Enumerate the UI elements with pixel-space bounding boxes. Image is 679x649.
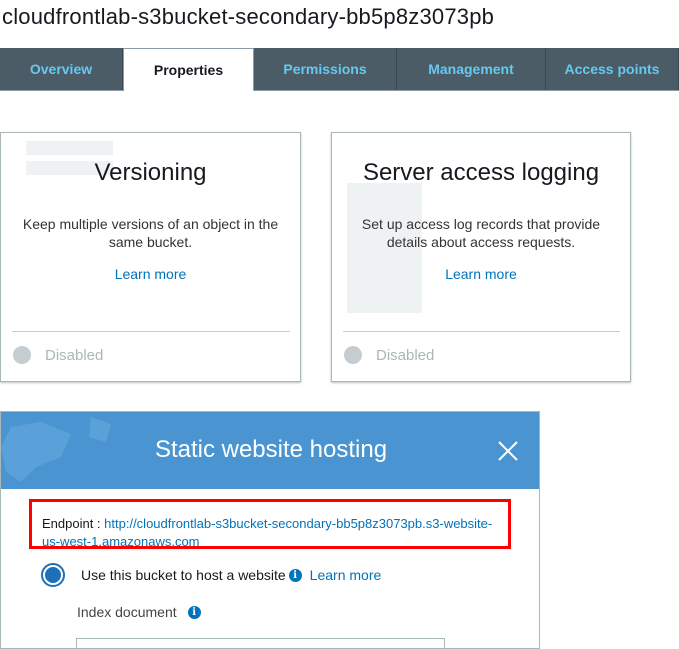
info-icon[interactable]: i [187, 605, 201, 619]
logging-card[interactable]: Server access logging Set up access log … [331, 132, 631, 382]
tab-bar: Overview Properties Permissions Manageme… [0, 48, 679, 91]
endpoint-label: Endpoint : [42, 516, 105, 531]
versioning-divider [12, 331, 290, 332]
logging-description: Set up access log records that provide d… [361, 216, 601, 250]
host-website-label[interactable]: Use this bucket to host a website [81, 567, 286, 583]
endpoint-url-link[interactable]: http://cloudfrontlab-s3bucket-secondary-… [42, 516, 492, 549]
close-icon[interactable] [497, 440, 519, 462]
versioning-description: Keep multiple versions of an object in t… [22, 216, 279, 250]
status-dot-icon [344, 346, 362, 364]
endpoint-highlight: Endpoint : http://cloudfrontlab-s3bucket… [29, 499, 511, 549]
modal-title: Static website hosting [154, 436, 388, 463]
logging-learn-more-link[interactable]: Learn more [332, 266, 630, 282]
versioning-bg-decoration [26, 141, 113, 155]
host-website-learn-more-link[interactable]: Learn more [310, 567, 382, 583]
logging-status: Disabled [344, 346, 434, 364]
tab-overview[interactable]: Overview [0, 48, 123, 90]
tab-permissions[interactable]: Permissions [254, 48, 397, 90]
tab-access-points[interactable]: Access points [546, 48, 679, 90]
versioning-title: Versioning [94, 159, 207, 186]
static-website-hosting-panel: Static website hosting Endpoint : http:/… [0, 411, 540, 649]
bucket-title: cloudfrontlab-s3bucket-secondary-bb5p8z3… [2, 4, 495, 29]
index-document-label: Index document [77, 604, 177, 620]
info-icon[interactable]: i [288, 568, 302, 582]
static-website-hosting-header: Static website hosting [1, 412, 539, 489]
tab-properties[interactable]: Properties [123, 48, 254, 91]
versioning-learn-more-link[interactable]: Learn more [1, 266, 300, 282]
logging-divider [343, 331, 620, 332]
host-website-radio[interactable] [41, 563, 65, 587]
versioning-status-label: Disabled [45, 346, 104, 364]
tab-management[interactable]: Management [397, 48, 546, 90]
index-document-input[interactable] [76, 638, 445, 648]
versioning-status: Disabled [13, 346, 103, 364]
logging-status-label: Disabled [376, 346, 435, 364]
host-website-option: Use this bucket to host a website i Lear… [41, 563, 381, 587]
endpoint-text: Endpoint : http://cloudfrontlab-s3bucket… [42, 515, 502, 551]
versioning-card[interactable]: Versioning Keep multiple versions of an … [0, 132, 301, 382]
radio-selected-dot [45, 567, 61, 583]
status-dot-icon [13, 346, 31, 364]
logging-title: Server access logging [362, 159, 600, 186]
index-document-label-row: Index document i [77, 604, 201, 620]
